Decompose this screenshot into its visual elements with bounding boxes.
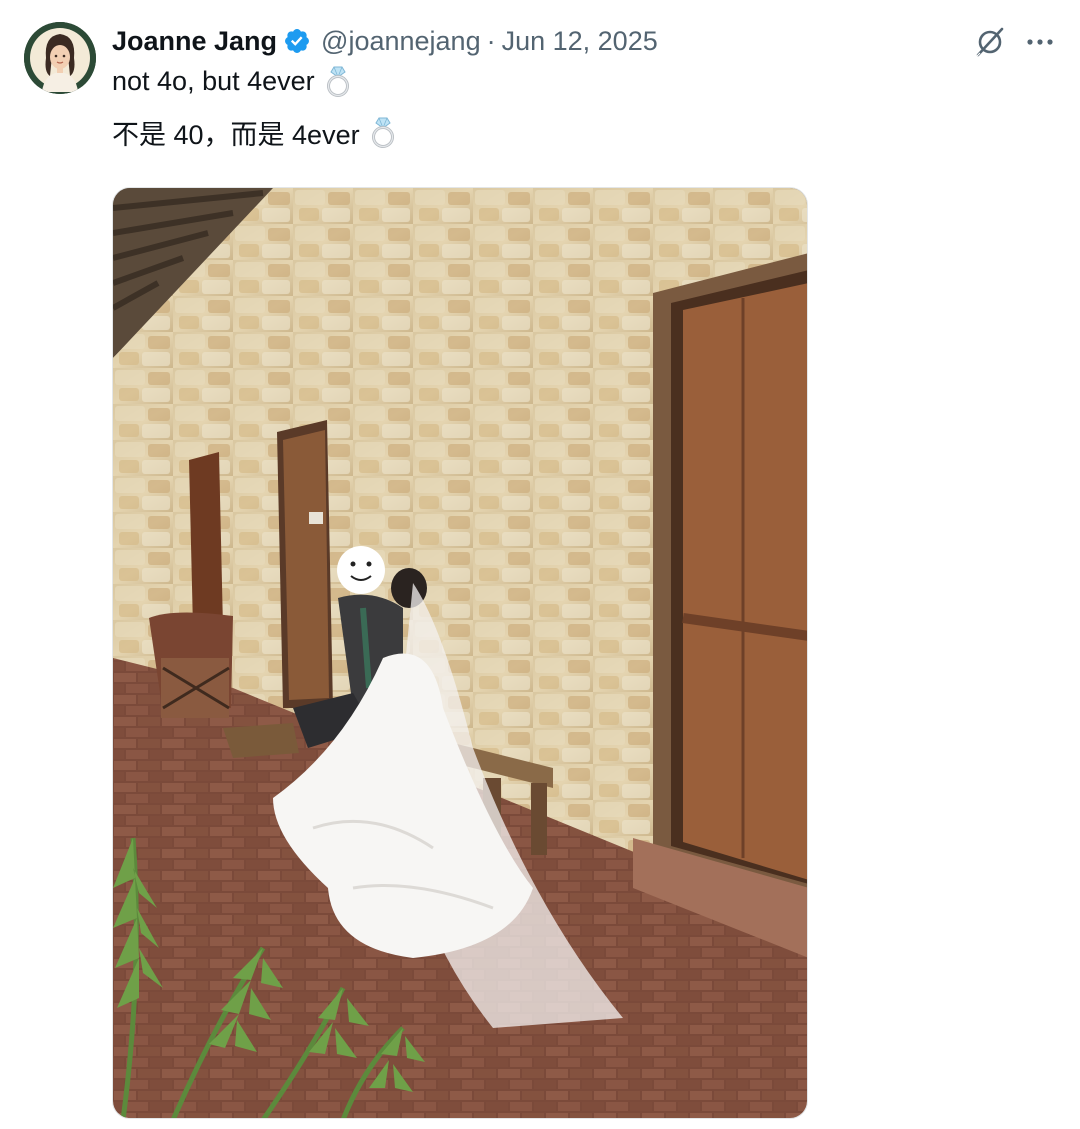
tweet-text-chinese: 不是 40，而是 4ever xyxy=(112,119,360,150)
tweet-text-line-1: not 4o, but 4ever xyxy=(112,63,351,99)
avatar[interactable] xyxy=(24,22,96,94)
tweet-text-english: not 4o, but 4ever xyxy=(112,65,315,96)
separator-dot: · xyxy=(486,25,496,56)
tweet-text-line-2: 不是 40，而是 4ever xyxy=(112,114,396,150)
wedding-photo-icon xyxy=(113,188,807,1118)
tweet-date[interactable]: Jun 12, 2025 xyxy=(502,26,658,57)
tweet-card: Joanne Jang @joannejang · Jun 12, 2025 n… xyxy=(0,0,1080,1129)
author-handle[interactable]: @joannejang xyxy=(321,26,481,57)
ring-emoji-icon xyxy=(370,115,396,149)
ring-emoji-icon xyxy=(325,64,351,98)
tweet-header: Joanne Jang @joannejang · Jun 12, 2025 xyxy=(112,24,658,58)
grok-icon[interactable] xyxy=(972,24,1008,60)
tweet-photo[interactable] xyxy=(112,187,808,1119)
author-name[interactable]: Joanne Jang xyxy=(112,26,277,57)
more-options-icon[interactable] xyxy=(1020,24,1060,60)
avatar-illustration-icon xyxy=(24,22,96,94)
verified-badge-icon xyxy=(283,27,311,55)
